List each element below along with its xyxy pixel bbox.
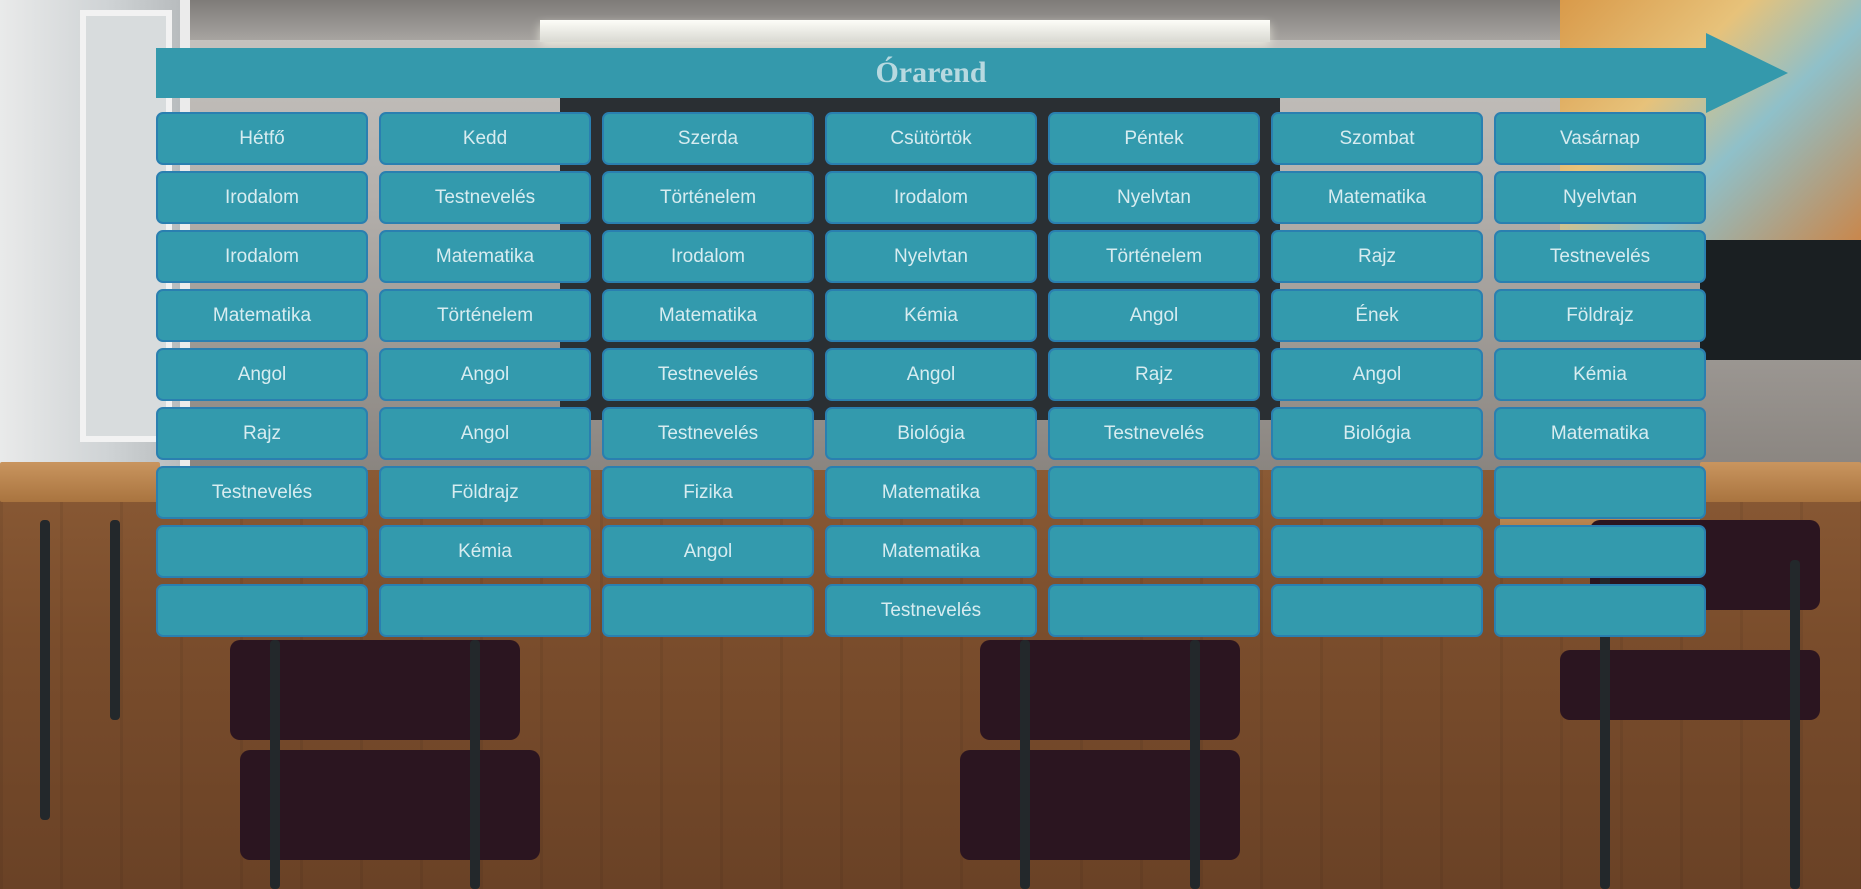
lesson-cell: Biológia (825, 407, 1037, 460)
desk (0, 462, 160, 502)
lesson-cell: Testnevelés (1048, 407, 1260, 460)
lesson-cell: Testnevelés (602, 407, 814, 460)
empty-lesson-cell (1271, 525, 1483, 578)
lesson-cell: Testnevelés (379, 171, 591, 224)
lesson-cell: Kémia (379, 525, 591, 578)
chair-leg (470, 640, 480, 889)
arrow-head (1706, 33, 1788, 113)
lesson-cell: Matematika (825, 466, 1037, 519)
empty-lesson-cell (1494, 525, 1706, 578)
lesson-cell: Nyelvtan (825, 230, 1037, 283)
chair-leg (110, 520, 120, 720)
lesson-cell: Fizika (602, 466, 814, 519)
lesson-cell: Irodalom (602, 230, 814, 283)
lesson-cell: Testnevelés (825, 584, 1037, 637)
lesson-cell: Irodalom (156, 230, 368, 283)
lesson-cell: Angol (379, 348, 591, 401)
lesson-cell: Földrajz (379, 466, 591, 519)
lesson-cell: Történelem (379, 289, 591, 342)
lesson-cell: Testnevelés (602, 348, 814, 401)
chair-leg (1020, 640, 1030, 889)
empty-lesson-cell (1271, 466, 1483, 519)
lesson-cell: Történelem (602, 171, 814, 224)
lesson-cell: Angol (825, 348, 1037, 401)
day-header: Kedd (379, 112, 591, 165)
lesson-cell: Angol (1048, 289, 1260, 342)
lesson-cell: Kémia (825, 289, 1037, 342)
lesson-cell: Matematika (379, 230, 591, 283)
lesson-cell: Nyelvtan (1048, 171, 1260, 224)
lesson-cell: Biológia (1271, 407, 1483, 460)
empty-lesson-cell (602, 584, 814, 637)
empty-lesson-cell (1048, 525, 1260, 578)
lesson-cell: Rajz (1048, 348, 1260, 401)
lesson-cell: Matematika (602, 289, 814, 342)
lesson-cell: Rajz (156, 407, 368, 460)
day-header: Csütörtök (825, 112, 1037, 165)
lesson-cell: Matematika (156, 289, 368, 342)
page-title: Órarend (875, 56, 987, 89)
empty-lesson-cell (1494, 584, 1706, 637)
chair (1560, 650, 1820, 720)
lesson-cell: Irodalom (156, 171, 368, 224)
chair-leg (270, 640, 280, 889)
side-blackboard (1700, 240, 1861, 360)
day-header: Péntek (1048, 112, 1260, 165)
lesson-cell: Nyelvtan (1494, 171, 1706, 224)
day-header: Vasárnap (1494, 112, 1706, 165)
lesson-cell: Földrajz (1494, 289, 1706, 342)
empty-lesson-cell (379, 584, 591, 637)
day-header: Szerda (602, 112, 814, 165)
empty-lesson-cell (1048, 466, 1260, 519)
chair-leg (40, 520, 50, 820)
lesson-cell: Kémia (1494, 348, 1706, 401)
lesson-cell: Angol (156, 348, 368, 401)
lesson-cell: Matematika (1494, 407, 1706, 460)
day-header: Szombat (1271, 112, 1483, 165)
empty-lesson-cell (156, 525, 368, 578)
lesson-cell: Ének (1271, 289, 1483, 342)
desk (1700, 462, 1861, 502)
lesson-cell: Matematika (1271, 171, 1483, 224)
lesson-cell: Angol (379, 407, 591, 460)
empty-lesson-cell (156, 584, 368, 637)
lesson-cell: Angol (602, 525, 814, 578)
lesson-cell: Angol (1271, 348, 1483, 401)
lesson-cell: Történelem (1048, 230, 1260, 283)
lesson-cell: Testnevelés (1494, 230, 1706, 283)
day-header: Hétfő (156, 112, 368, 165)
empty-lesson-cell (1048, 584, 1260, 637)
chair-leg (1190, 640, 1200, 889)
lesson-cell: Matematika (825, 525, 1037, 578)
chair-leg (1790, 560, 1800, 889)
lesson-cell: Irodalom (825, 171, 1037, 224)
chair (240, 750, 540, 860)
empty-lesson-cell (1271, 584, 1483, 637)
lesson-cell: Rajz (1271, 230, 1483, 283)
chair (980, 640, 1240, 740)
timetable-grid: Hétfő Kedd Szerda Csütörtök Péntek Szombat Vas… (156, 112, 1706, 637)
ceiling-light (540, 20, 1270, 42)
lesson-cell: Testnevelés (156, 466, 368, 519)
empty-lesson-cell (1494, 466, 1706, 519)
